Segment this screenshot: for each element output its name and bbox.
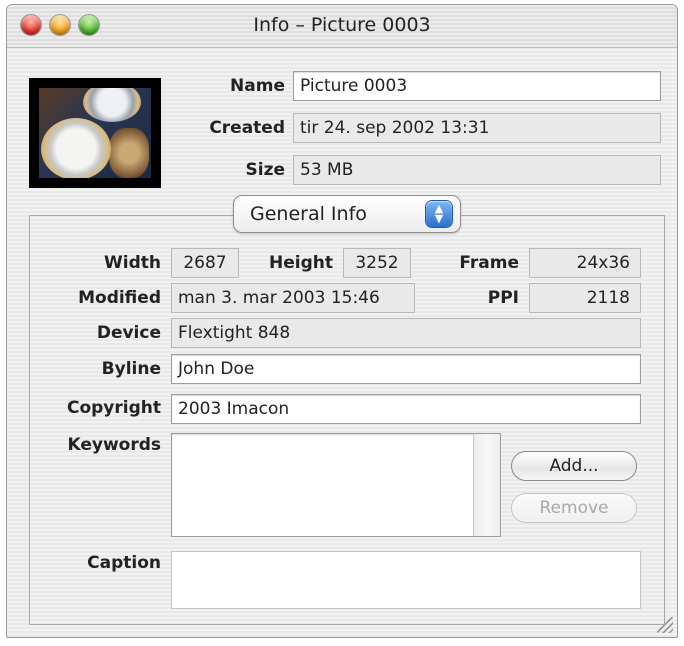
title-bar[interactable]: Info – Picture 0003 (7, 5, 677, 48)
created-value: tir 24. sep 2002 13:31 (293, 113, 661, 143)
device-label: Device (96, 323, 161, 343)
modified-value: man 3. mar 2003 15:46 (171, 283, 415, 313)
name-field[interactable]: Picture 0003 (293, 71, 661, 101)
name-label: Name (230, 76, 285, 96)
keywords-list[interactable] (171, 433, 501, 537)
keywords-scrollbar[interactable] (473, 434, 500, 536)
height-label: Height (269, 253, 333, 273)
resize-grip-icon[interactable] (657, 617, 673, 633)
size-value: 53 MB (293, 155, 661, 185)
frame-label: Frame (459, 253, 519, 273)
section-popup-label: General Info (250, 203, 367, 225)
created-label: Created (209, 118, 285, 138)
remove-keyword-button[interactable]: Remove (511, 493, 637, 523)
popup-arrows-icon: ▲ ▼ (426, 201, 452, 227)
byline-field[interactable]: John Doe (171, 354, 641, 384)
window-title: Info – Picture 0003 (253, 14, 431, 36)
ppi-label: PPI (487, 288, 519, 308)
width-label: Width (104, 253, 161, 273)
caption-label: Caption (87, 553, 161, 573)
image-thumbnail (29, 78, 161, 188)
caption-field[interactable] (171, 551, 641, 609)
modified-label: Modified (78, 288, 161, 308)
watch-shape (83, 88, 141, 122)
watch-shape (41, 118, 111, 178)
size-label: Size (245, 160, 286, 180)
keywords-label: Keywords (67, 435, 161, 455)
info-window: Info – Picture 0003 Name Picture 0003 Cr… (6, 4, 678, 638)
watch-shape (109, 128, 149, 178)
frame-value: 24x36 (529, 248, 641, 278)
byline-label: Byline (101, 359, 161, 379)
section-popup-menu[interactable]: General Info ▲ ▼ (233, 195, 461, 233)
add-keyword-button[interactable]: Add... (511, 451, 637, 481)
watch-photo (39, 88, 151, 178)
copyright-label: Copyright (66, 398, 161, 418)
height-value: 3252 (343, 248, 411, 278)
width-value: 2687 (171, 248, 239, 278)
device-value: Flextight 848 (171, 318, 641, 348)
copyright-field[interactable]: 2003 Imacon (171, 394, 641, 424)
ppi-value: 2118 (529, 283, 641, 313)
